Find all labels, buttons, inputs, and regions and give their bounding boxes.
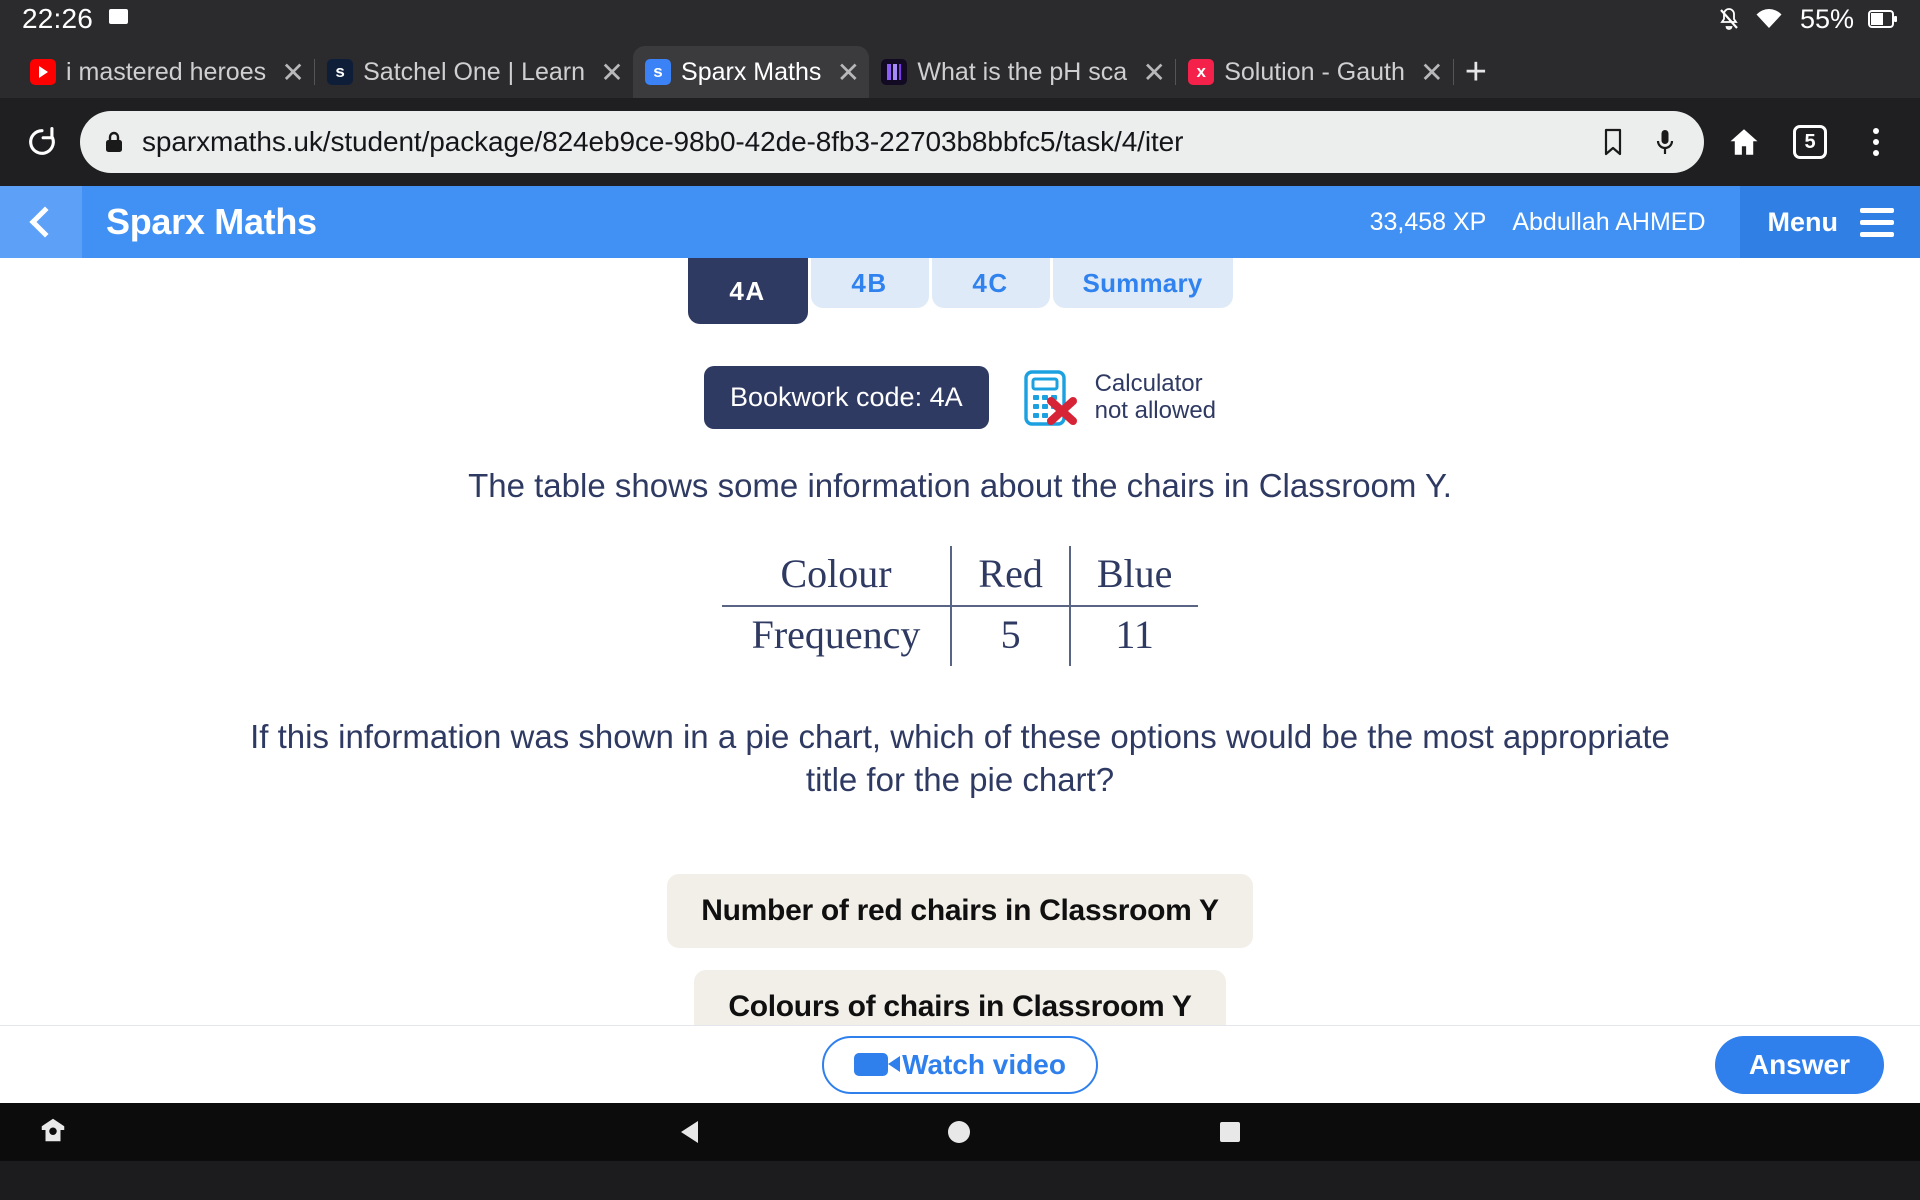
calculator-note-line2: not allowed: [1094, 396, 1217, 424]
table-cell-red-header: Red: [950, 546, 1070, 608]
table-cell-blue-frequency: 11: [1068, 606, 1199, 667]
subtab-4b[interactable]: 4B: [810, 258, 929, 308]
reload-icon[interactable]: [18, 118, 66, 166]
tab-count-icon[interactable]: 5: [1784, 116, 1836, 168]
android-nav-bar: [0, 1103, 1920, 1161]
status-bar-right-icons: 55%: [1718, 4, 1898, 35]
answer-option-0[interactable]: Number of red chairs in Classroom Y: [667, 874, 1253, 949]
app-header-right: 33,458 XP Abdullah AHMED Menu: [1370, 186, 1920, 258]
back-button[interactable]: [0, 186, 82, 258]
bookwork-code-badge: Bookwork code: 4A: [703, 366, 989, 429]
battery-percent: 55%: [1799, 3, 1854, 34]
new-tab-button[interactable]: +: [1454, 46, 1498, 98]
wifi-icon: [1754, 7, 1784, 31]
browser-tab-title: Solution - Gauth: [1224, 57, 1405, 86]
hamburger-icon: [1860, 207, 1894, 237]
menu-button[interactable]: Menu: [1739, 186, 1920, 258]
calculator-not-allowed: Calculator not allowed: [1023, 369, 1216, 427]
task-subtabs: 4A 4B 4C Summary: [0, 258, 1920, 324]
battery-icon: [1868, 9, 1898, 29]
tab-count-value: 5: [1793, 125, 1827, 159]
question-prompt: If this information was shown in a pie c…: [250, 718, 1670, 799]
home-icon[interactable]: [947, 1121, 970, 1143]
table-row: Colour Red Blue: [721, 546, 1199, 608]
browser-tab-0[interactable]: i mastered heroes ✕: [18, 46, 314, 98]
task-bottom-bar: Watch video Answer: [0, 1025, 1920, 1103]
frequency-table: Colour Red Blue Frequency 5 11: [0, 546, 1920, 667]
calculator-note-line1: Calculator: [1094, 369, 1203, 397]
lock-icon: [104, 130, 124, 154]
accessibility-icon[interactable]: [38, 1115, 68, 1150]
browser-tab-title: i mastered heroes: [66, 57, 267, 86]
close-tab-icon[interactable]: ✕: [1415, 55, 1449, 89]
browser-tab-strip: i mastered heroes ✕ s Satchel One | Lear…: [0, 38, 1920, 98]
youtube-icon: [30, 59, 56, 85]
screenshot-icon: [109, 8, 129, 24]
watch-video-label: Watch video: [902, 1048, 1066, 1080]
table-cell-blue-header: Blue: [1068, 546, 1199, 608]
table-row-label: Colour: [721, 546, 952, 608]
subtab-4a[interactable]: 4A: [687, 258, 808, 324]
sparx-icon: s: [645, 59, 672, 85]
gauth-icon: x: [1188, 59, 1215, 85]
recents-icon[interactable]: [1219, 1122, 1240, 1142]
browser-tab-3[interactable]: What is the pH sca ✕: [869, 46, 1175, 98]
calculator-not-allowed-icon: [1023, 369, 1079, 427]
user-name: Abdullah AHMED: [1512, 207, 1706, 236]
watch-video-button[interactable]: Watch video: [822, 1035, 1098, 1094]
android-status-bar: 22:26 55%: [0, 0, 1920, 38]
xp-counter: 33,458 XP: [1369, 207, 1487, 236]
question-meta-row: Bookwork code: 4A Calculator not allowed: [0, 366, 1920, 429]
close-tab-icon[interactable]: ✕: [276, 55, 310, 89]
video-camera-icon: [854, 1053, 901, 1076]
table-row: Frequency 5 11: [722, 606, 1199, 667]
overflow-menu-icon[interactable]: [1850, 116, 1902, 168]
browser-toolbar: sparxmaths.uk/student/package/824eb9ce-9…: [0, 98, 1920, 186]
table-row-label: Frequency: [751, 612, 921, 658]
close-tab-icon[interactable]: ✕: [1137, 55, 1171, 89]
app-header: Sparx Maths 33,458 XP Abdullah AHMED Men…: [0, 186, 1920, 258]
task-page: 4A 4B 4C Summary Bookwork code: 4A Calcu…: [0, 258, 1920, 1103]
calculator-note-text: Calculator not allowed: [1094, 369, 1217, 425]
browser-tab-title: Satchel One | Learn: [363, 57, 586, 86]
browser-tab-title: What is the pH sca: [917, 57, 1128, 86]
answer-options: Number of red chairs in Classroom Y Colo…: [0, 874, 1920, 1045]
subtab-4c[interactable]: 4C: [931, 258, 1050, 308]
subtab-summary[interactable]: Summary: [1052, 258, 1233, 308]
table-cell-red-frequency: 5: [950, 606, 1070, 667]
bookmark-icon[interactable]: [1596, 125, 1630, 159]
answer-button[interactable]: Answer: [1714, 1035, 1884, 1094]
notifications-off-icon: [1718, 7, 1740, 31]
browser-tab-2[interactable]: s Sparx Maths ✕: [633, 46, 870, 98]
browser-tab-title: Sparx Maths: [681, 57, 822, 86]
browser-tab-4[interactable]: x Solution - Gauth ✕: [1176, 46, 1453, 98]
back-icon[interactable]: [680, 1121, 698, 1143]
status-time: 22:26: [22, 3, 94, 34]
home-icon[interactable]: [1718, 116, 1770, 168]
app-title: Sparx Maths: [106, 201, 317, 242]
chevron-left-icon: [29, 206, 61, 238]
bbc-bitesize-icon: [881, 59, 908, 85]
question-intro: The table shows some information about t…: [468, 467, 1452, 504]
close-tab-icon[interactable]: ✕: [595, 55, 629, 89]
menu-label: Menu: [1767, 206, 1839, 237]
kebab-dots: [1873, 128, 1879, 156]
satchel-icon: s: [327, 59, 354, 85]
url-text: sparxmaths.uk/student/package/824eb9ce-9…: [142, 126, 1184, 157]
browser-tab-1[interactable]: s Satchel One | Learn ✕: [315, 46, 633, 98]
microphone-icon[interactable]: [1648, 125, 1682, 159]
url-bar[interactable]: sparxmaths.uk/student/package/824eb9ce-9…: [80, 111, 1704, 173]
close-tab-icon[interactable]: ✕: [831, 55, 865, 89]
